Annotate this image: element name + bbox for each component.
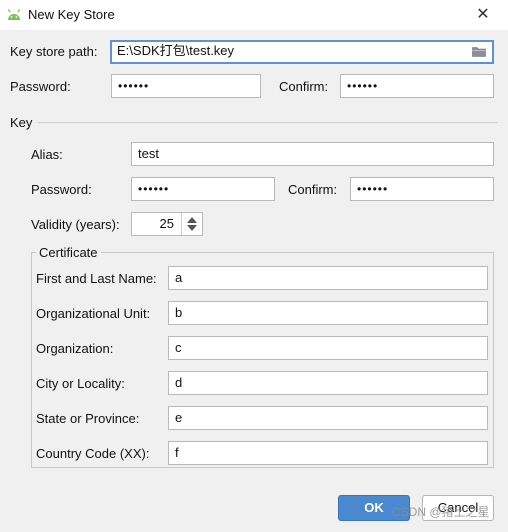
keystore-password-field[interactable]: •••••• (111, 74, 261, 98)
first-last-name-field[interactable]: a (168, 266, 488, 290)
validity-value: 25 (159, 216, 174, 231)
organization-value: c (175, 340, 182, 355)
keystore-path-label: Key store path: (10, 44, 98, 59)
organization-field[interactable]: c (168, 336, 488, 360)
certificate-legend: Certificate (36, 245, 101, 260)
close-button[interactable]: ✕ (472, 4, 494, 26)
state-label: State or Province: (36, 411, 140, 426)
city-field[interactable]: d (168, 371, 488, 395)
country-code-label: Country Code (XX): (36, 446, 150, 461)
arrow-up-icon[interactable] (187, 217, 197, 223)
city-value: d (175, 375, 183, 390)
keystore-confirm-value: •••••• (347, 79, 379, 93)
organization-label: Organization: (36, 341, 114, 356)
org-unit-field[interactable]: b (168, 301, 488, 325)
first-last-name-label: First and Last Name: (36, 271, 157, 286)
state-value: e (175, 410, 183, 425)
validity-label: Validity (years): (31, 217, 120, 232)
alias-label: Alias: (31, 147, 63, 162)
alias-value: test (138, 146, 159, 161)
key-section-divider (38, 122, 498, 123)
keystore-path-value: E:\SDK打包\test.key (117, 43, 235, 58)
keystore-password-label: Password: (10, 79, 71, 94)
key-password-value: •••••• (138, 182, 170, 196)
keystore-password-value: •••••• (118, 79, 150, 93)
org-unit-value: b (175, 305, 183, 320)
org-unit-label: Organizational Unit: (36, 306, 151, 321)
state-field[interactable]: e (168, 406, 488, 430)
keystore-confirm-label: Confirm: (279, 79, 329, 94)
title-bar: New Key Store ✕ (0, 0, 508, 30)
watermark: CSDN @猪土之星 (392, 505, 490, 519)
key-section-label: Key (10, 115, 33, 130)
close-icon: ✕ (476, 6, 490, 23)
key-confirm-label: Confirm: (288, 182, 338, 197)
keystore-path-field[interactable]: E:\SDK打包\test.key (110, 40, 494, 64)
key-password-label: Password: (31, 182, 92, 197)
window-title: New Key Store (28, 7, 115, 22)
key-password-field[interactable]: •••••• (131, 177, 275, 201)
android-icon (7, 9, 21, 20)
keystore-confirm-field[interactable]: •••••• (340, 74, 494, 98)
first-last-name-value: a (175, 270, 183, 285)
alias-field[interactable]: test (131, 142, 494, 166)
arrow-down-icon[interactable] (187, 225, 197, 231)
folder-icon[interactable] (472, 46, 486, 57)
key-confirm-field[interactable]: •••••• (350, 177, 494, 201)
country-code-value: f (175, 445, 179, 460)
validity-stepper-arrows[interactable] (181, 213, 202, 235)
country-code-field[interactable]: f (168, 441, 488, 465)
city-label: City or Locality: (36, 376, 125, 391)
key-confirm-value: •••••• (357, 182, 389, 196)
validity-stepper[interactable]: 25 (131, 212, 203, 236)
